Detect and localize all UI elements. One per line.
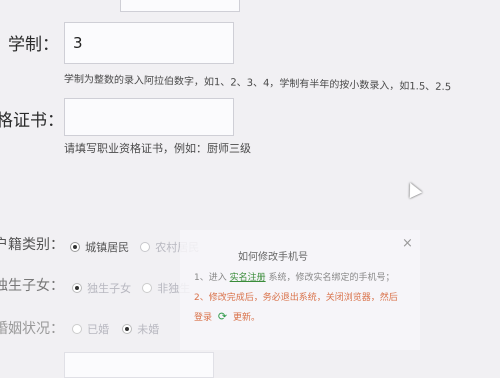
- mouse-cursor-icon: [403, 179, 423, 199]
- household-label: 户籍类别：: [0, 237, 64, 253]
- schooling-hint: 学制为整数的录入阿拉伯数字，如1、2、3、4，学制有半年的按小数录入，如1.5、…: [63, 74, 452, 94]
- popup-step2: 2、修改完成后，务必退出系统，关闭浏览器，然后: [194, 293, 398, 303]
- schooling-value: 3: [73, 34, 83, 52]
- only-child-radio-yes[interactable]: [72, 282, 82, 293]
- popup-step1: 1、进入 实名注册 系统，修改实名绑定的手机号；: [194, 270, 395, 283]
- schooling-input[interactable]: 3: [64, 22, 234, 64]
- marital-radio-single[interactable]: [122, 323, 133, 334]
- top-input-partial[interactable]: [120, 0, 240, 12]
- bottom-input-partial[interactable]: [64, 352, 214, 378]
- certificate-hint: 请填写职业资格证书，例如：厨师三级: [64, 142, 251, 155]
- household-radio-rural[interactable]: [140, 241, 151, 252]
- popup-title: 如何修改手机号: [238, 252, 308, 263]
- household-option-urban: 城镇居民: [85, 241, 130, 254]
- marital-radio-married[interactable]: [72, 323, 82, 334]
- refresh-icon[interactable]: ⟳: [218, 310, 227, 323]
- refresh-link[interactable]: 更新。: [233, 313, 260, 323]
- household-radio-urban[interactable]: [70, 241, 80, 252]
- marital-option-single: 未婚: [137, 323, 160, 336]
- popup-step1-prefix: 1、进入: [194, 273, 227, 283]
- popup-step1-suffix: 系统，修改实名绑定的手机号；: [268, 273, 395, 283]
- realname-register-link[interactable]: 实名注册: [230, 273, 266, 283]
- marital-label: 婚姻状况：: [0, 321, 64, 337]
- popup-refresh-prefix: 登录: [194, 313, 213, 323]
- popup-refresh-row: 登录 ⟳ 更新。: [194, 310, 260, 323]
- certificate-input[interactable]: [64, 98, 234, 136]
- only-child-option-yes: 独生子女: [87, 282, 132, 295]
- marital-option-married: 已婚: [87, 323, 110, 336]
- certificate-label: 格证书：: [0, 111, 64, 131]
- marital-options: 已婚 未婚: [72, 318, 159, 337]
- help-popup: 如何修改手机号 × 1、进入 实名注册 系统，修改实名绑定的手机号； 2、修改完…: [180, 230, 420, 350]
- only-child-label: 独生子女：: [0, 278, 64, 294]
- schooling-label: 学制：: [8, 35, 59, 55]
- close-icon[interactable]: ×: [402, 236, 413, 251]
- only-child-options: 独生子女 非独生: [72, 277, 190, 296]
- only-child-radio-no[interactable]: [142, 282, 153, 293]
